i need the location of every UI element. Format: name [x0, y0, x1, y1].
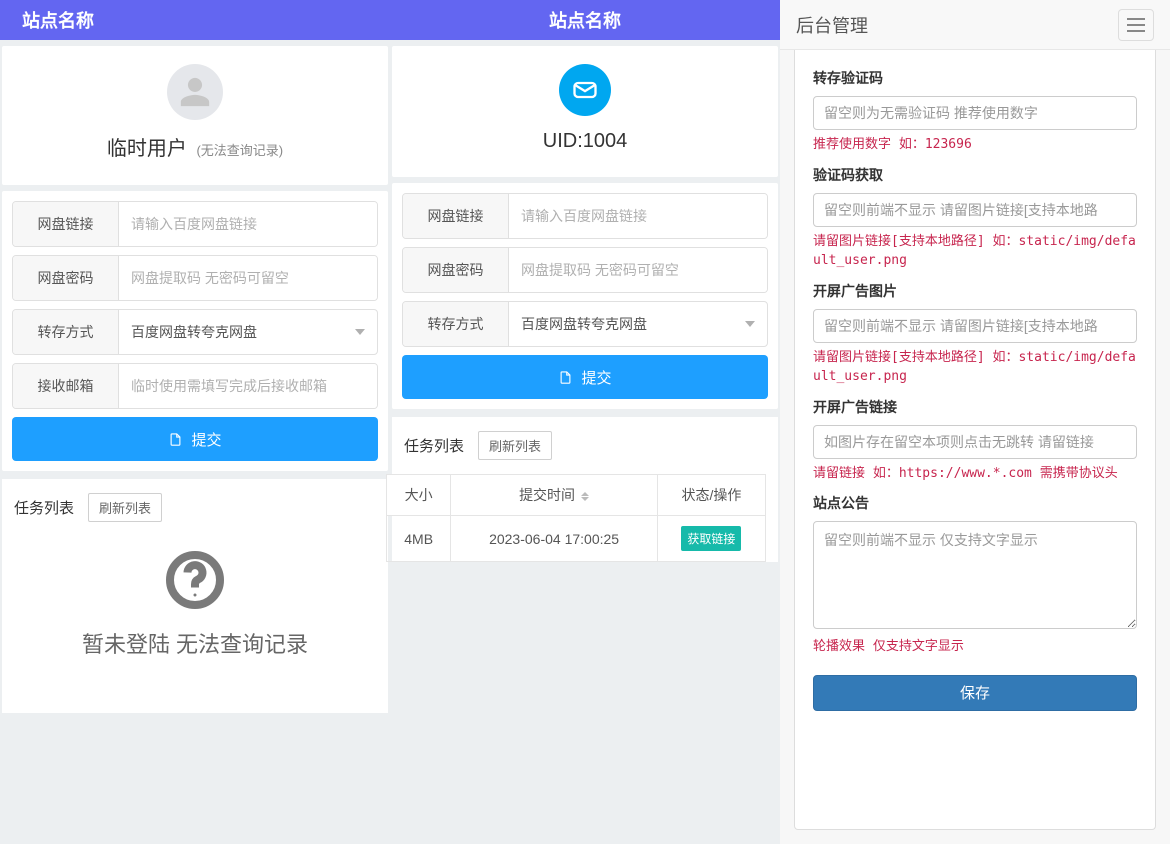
question-icon — [165, 550, 225, 610]
link-label: 网盘链接 — [403, 194, 509, 238]
fg-notice: 站点公告 轮播效果 仅支持文字显示 — [813, 493, 1137, 657]
col-time-label: 提交时间 — [519, 487, 575, 503]
link-label: 网盘链接 — [13, 202, 119, 246]
fg-adimg: 开屏广告图片 请留图片链接[支持本地路径] 如：static/img/defau… — [813, 281, 1137, 387]
document-icon — [168, 432, 183, 447]
tasks-title: 任务列表 — [14, 497, 74, 518]
settings-panel: 转存验证码 推荐使用数字 如：123696 验证码获取 请留图片链接[支持本地路… — [794, 50, 1156, 830]
col-size-label: 大小 — [405, 487, 433, 503]
cell-time: 2023-06-04 17:00:25 — [451, 516, 657, 562]
user-title: 临时用户 (无法查询记录) — [2, 132, 388, 161]
pwd-input[interactable] — [119, 256, 377, 300]
pwd-label: 网盘密码 — [13, 256, 119, 300]
admin-navbar: 后台管理 — [780, 0, 1170, 50]
field-email: 接收邮箱 — [12, 363, 378, 409]
getcode-help: 请留图片链接[支持本地路径] 如：static/img/default_user… — [813, 232, 1137, 271]
field-pwd: 网盘密码 — [402, 247, 768, 293]
method-label: 转存方式 — [13, 310, 119, 354]
adimg-input[interactable] — [813, 309, 1137, 343]
col-status-label: 状态/操作 — [681, 487, 741, 503]
pwd-input[interactable] — [509, 248, 767, 292]
no-login-state: 暂未登陆 无法查询记录 — [14, 522, 376, 699]
field-pwd: 网盘密码 — [12, 255, 378, 301]
getcode-input[interactable] — [813, 193, 1137, 227]
email-label: 接收邮箱 — [13, 364, 119, 408]
user-card: 临时用户 (无法查询记录) — [2, 46, 388, 185]
site-header: 站点名称 — [0, 0, 390, 40]
method-label: 转存方式 — [403, 302, 509, 346]
notice-label: 站点公告 — [813, 493, 1137, 513]
sort-icon[interactable] — [581, 492, 589, 501]
code-label: 转存验证码 — [813, 68, 1137, 88]
chevron-down-icon — [745, 321, 755, 327]
notice-input[interactable] — [813, 521, 1137, 629]
site-name: 站点名称 — [549, 7, 621, 33]
link-input[interactable] — [119, 202, 377, 246]
field-method[interactable]: 转存方式 百度网盘转夸克网盘 — [12, 309, 378, 355]
transfer-form: 网盘链接 网盘密码 转存方式 百度网盘转夸克网盘 接收邮箱 提交 — [2, 191, 388, 471]
refresh-button[interactable]: 刷新列表 — [88, 493, 162, 522]
uid-title: UID:1004 — [392, 130, 778, 153]
task-list: 任务列表 刷新列表 大小 提交时间 状态/操作 4MB 2023-06-04 1… — [392, 417, 778, 562]
save-label: 保存 — [960, 682, 990, 703]
save-button[interactable]: 保存 — [813, 675, 1137, 711]
fg-transfer-code: 转存验证码 推荐使用数字 如：123696 — [813, 68, 1137, 155]
fg-adlink: 开屏广告链接 请留链接 如：https://www.*.com 需携带协议头 — [813, 397, 1137, 484]
get-link-button[interactable]: 获取链接 — [681, 526, 741, 551]
cell-size: 4MB — [387, 516, 451, 562]
avatar — [167, 64, 223, 120]
pwd-label: 网盘密码 — [403, 248, 509, 292]
table-row: 4MB 2023-06-04 17:00:25 获取链接 — [387, 516, 766, 562]
method-select[interactable]: 百度网盘转夸克网盘 — [119, 322, 377, 342]
adlink-input[interactable] — [813, 425, 1137, 459]
submit-button[interactable]: 提交 — [12, 417, 378, 461]
user-name: 临时用户 — [107, 138, 187, 160]
field-link: 网盘链接 — [12, 201, 378, 247]
email-input[interactable] — [119, 364, 377, 408]
method-value: 百度网盘转夸克网盘 — [131, 322, 257, 342]
refresh-button[interactable]: 刷新列表 — [478, 431, 552, 460]
field-method[interactable]: 转存方式 百度网盘转夸克网盘 — [402, 301, 768, 347]
task-list: 任务列表 刷新列表 暂未登陆 无法查询记录 — [2, 479, 388, 713]
getcode-label: 验证码获取 — [813, 165, 1137, 185]
user-sub: (无法查询记录) — [196, 143, 283, 158]
adlink-label: 开屏广告链接 — [813, 397, 1137, 417]
col-size[interactable]: 大小 — [387, 475, 451, 516]
notice-help: 轮播效果 仅支持文字显示 — [813, 637, 1137, 657]
method-value: 百度网盘转夸克网盘 — [521, 314, 647, 334]
site-header: 站点名称 — [390, 0, 780, 40]
field-link: 网盘链接 — [402, 193, 768, 239]
link-input[interactable] — [509, 194, 767, 238]
task-table: 大小 提交时间 状态/操作 4MB 2023-06-04 17:00:25 获取… — [386, 474, 766, 562]
site-name: 站点名称 — [22, 7, 94, 33]
nolog-text: 暂未登陆 无法查询记录 — [14, 627, 376, 659]
code-help: 推荐使用数字 如：123696 — [813, 135, 1137, 155]
transfer-form: 网盘链接 网盘密码 转存方式 百度网盘转夸克网盘 提交 — [392, 183, 778, 409]
tasks-title: 任务列表 — [404, 435, 464, 456]
mail-icon — [571, 76, 599, 104]
uid-avatar — [559, 64, 611, 116]
col-time[interactable]: 提交时间 — [451, 475, 657, 516]
col-status[interactable]: 状态/操作 — [657, 475, 765, 516]
cell-action: 获取链接 — [657, 516, 765, 562]
menu-toggle-button[interactable] — [1118, 9, 1154, 41]
adimg-help: 请留图片链接[支持本地路径] 如：static/img/default_user… — [813, 348, 1137, 387]
chevron-down-icon — [355, 329, 365, 335]
submit-button[interactable]: 提交 — [402, 355, 768, 399]
adlink-help: 请留链接 如：https://www.*.com 需携带协议头 — [813, 464, 1137, 484]
submit-label: 提交 — [191, 429, 221, 450]
user-icon — [178, 75, 212, 109]
adimg-label: 开屏广告图片 — [813, 281, 1137, 301]
document-icon — [558, 370, 573, 385]
uid-card: UID:1004 — [392, 46, 778, 177]
code-input[interactable] — [813, 96, 1137, 130]
admin-title: 后台管理 — [796, 12, 868, 38]
method-select[interactable]: 百度网盘转夸克网盘 — [509, 314, 767, 334]
submit-label: 提交 — [581, 367, 611, 388]
fg-getcode: 验证码获取 请留图片链接[支持本地路径] 如：static/img/defaul… — [813, 165, 1137, 271]
